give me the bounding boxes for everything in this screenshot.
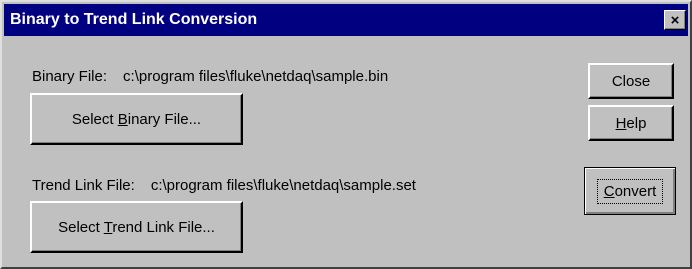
select-trend-pre: Select (58, 218, 104, 236)
select-binary-pre: Select (71, 110, 118, 128)
select-trend-link-file-label: Select Trend Link File... (58, 219, 215, 236)
convert-button-label: Convert (596, 178, 664, 204)
convert-button[interactable]: Convert (584, 167, 676, 215)
help-button[interactable]: Help (588, 105, 674, 141)
help-accel: H (615, 114, 627, 132)
binary-file-path: c:\program files\fluke\netdaq\sample.bin (123, 68, 389, 85)
convert-rest: onvert (614, 182, 657, 200)
select-binary-post: inary File... (127, 110, 202, 128)
trend-link-file-path: c:\program files\fluke\netdaq\sample.set (150, 177, 416, 194)
close-glyph: × (670, 11, 680, 29)
trend-link-file-label: Trend Link File: (32, 177, 135, 194)
help-rest: elp (626, 114, 647, 132)
select-binary-file-label: Select Binary File... (72, 111, 201, 128)
window-title: Binary to Trend Link Conversion (10, 11, 258, 28)
select-trend-link-file-button[interactable]: Select Trend Link File... (30, 201, 243, 253)
help-button-label: Help (616, 115, 647, 132)
convert-accel: C (603, 182, 615, 200)
dialog-window: Binary to Trend Link Conversion × Binary… (0, 0, 692, 269)
select-trend-post: rend Link File... (112, 218, 215, 236)
title-bar[interactable]: Binary to Trend Link Conversion × (4, 4, 688, 36)
binary-file-label: Binary File: (32, 68, 108, 85)
close-button[interactable]: Close (588, 63, 674, 99)
binary-file-row: Binary File: c:\program files\fluke\netda… (32, 68, 388, 85)
trend-link-file-row: Trend Link File: c:\program files\fluke\n… (32, 177, 416, 194)
select-binary-file-button[interactable]: Select Binary File... (30, 93, 243, 145)
select-binary-accel: B (117, 110, 128, 128)
close-icon[interactable]: × (664, 10, 686, 30)
close-button-label: Close (611, 72, 651, 90)
